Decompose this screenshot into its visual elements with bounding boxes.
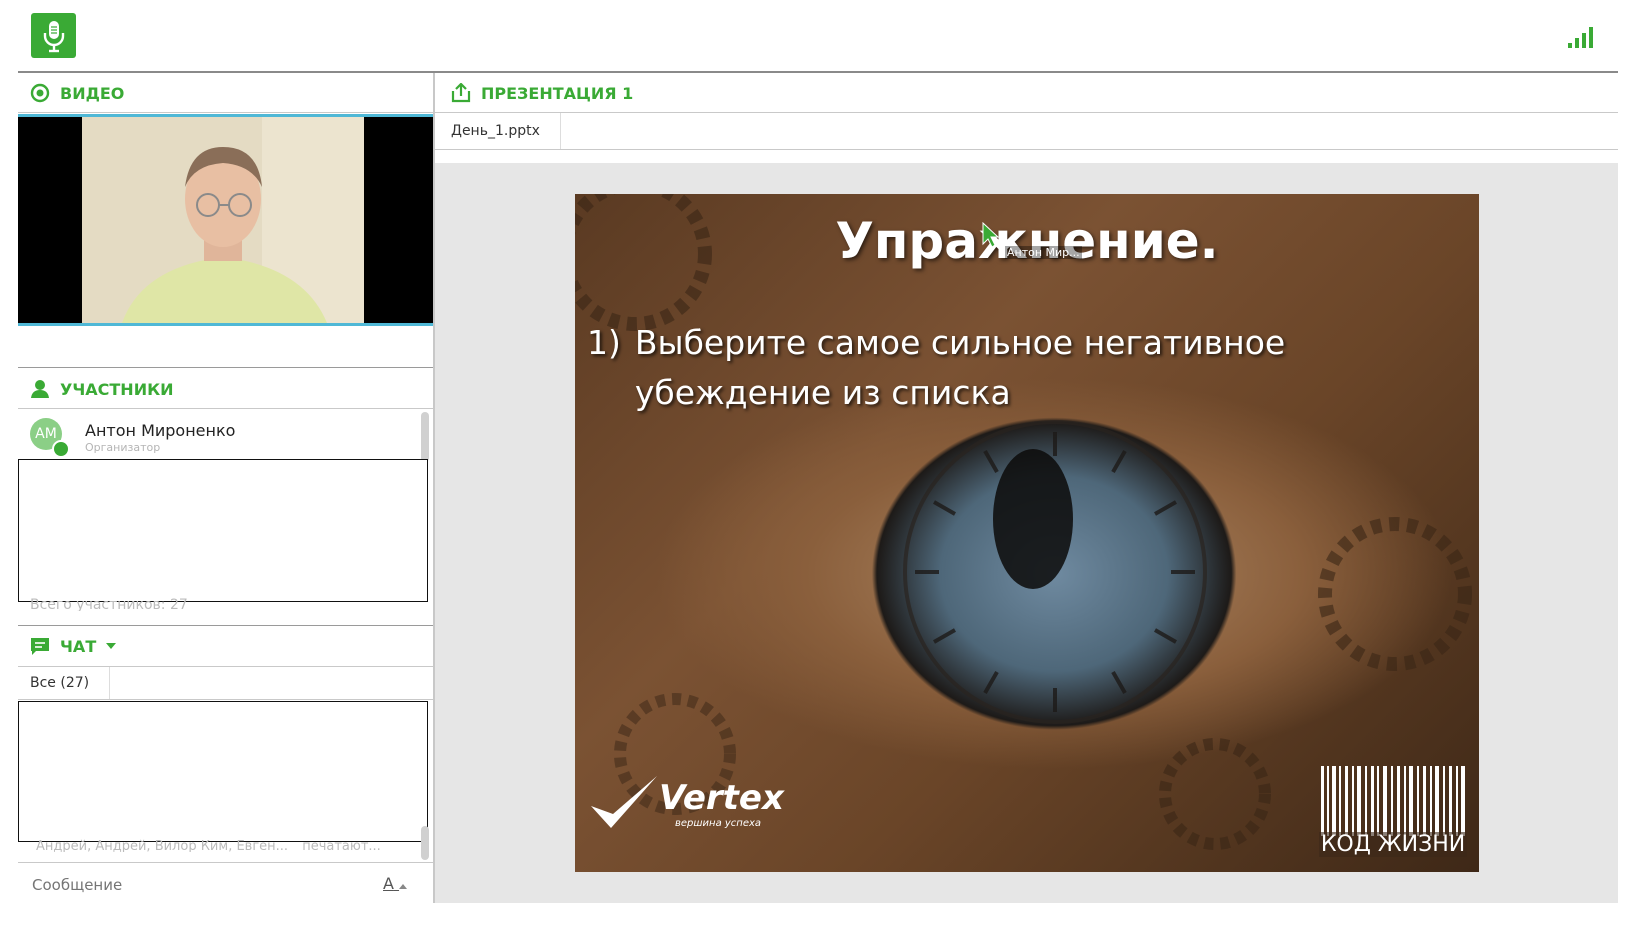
user-icon: [31, 380, 49, 398]
divider: [18, 408, 433, 409]
divider: [18, 112, 433, 113]
presentation-section-title: ПРЕЗЕНТАЦИЯ 1: [481, 83, 634, 103]
divider: [18, 625, 433, 626]
participants-section-title: УЧАСТНИКИ: [60, 379, 174, 399]
microphone-button[interactable]: [31, 13, 76, 58]
presentation-section-header[interactable]: ПРЕЗЕНТАЦИЯ 1: [451, 83, 633, 103]
participants-total: Всего участников: 27: [30, 597, 188, 611]
presenter-image: [82, 117, 364, 323]
slide-list-item: 1) Выберите самое сильное негативное убе…: [587, 318, 1467, 418]
participant-row[interactable]: АМ Антон Мироненко Организатор: [30, 418, 390, 458]
barcode-icon: [1321, 766, 1465, 836]
participants-section-header[interactable]: УЧАСТНИКИ: [30, 379, 174, 399]
slide-item-number: 1): [587, 323, 621, 362]
typing-names: Андрей, Андрей, Вилор Ким, Евген...: [36, 839, 289, 852]
chat-scrollbar[interactable]: [421, 826, 429, 860]
divider: [18, 862, 433, 863]
redacted-box: [18, 459, 428, 602]
typing-indicator: Андрей, Андрей, Вилор Ким, Евген... печа…: [36, 839, 381, 852]
video-player[interactable]: [18, 114, 433, 326]
typing-suffix: печатают...: [302, 839, 381, 852]
brand-name: Vertex: [659, 778, 784, 818]
redacted-box: [18, 701, 428, 842]
video-section-title: ВИДЕО: [60, 83, 125, 103]
chevron-up-icon: [399, 884, 408, 889]
vertex-logo: Vertex вершина успеха: [589, 774, 789, 834]
message-input[interactable]: [30, 872, 364, 898]
chevron-down-icon[interactable]: [106, 642, 117, 650]
divider: [435, 149, 1618, 150]
top-divider: [18, 71, 1618, 73]
cursor-label: Антон Мир...: [1005, 246, 1082, 259]
checkmark-logo-icon: [591, 776, 657, 828]
chat-icon: [31, 638, 49, 655]
chat-tab-all[interactable]: Все (27): [18, 667, 110, 699]
brand-tagline: вершина успеха: [675, 818, 762, 829]
top-bar: [0, 0, 1632, 72]
presentation-slide: Упражнение. Антон Мир... 1) Выберите сам…: [575, 194, 1479, 872]
upload-icon: [451, 83, 471, 103]
signal-bars-icon: [1568, 27, 1593, 48]
slide-item-text: Выберите самое сильное негативное убежде…: [634, 323, 1286, 412]
chat-section-header[interactable]: ЧАТ: [30, 636, 117, 656]
video-icon: [30, 83, 50, 103]
font-format-label: A: [383, 874, 394, 893]
font-format-button[interactable]: A: [383, 874, 408, 893]
video-section-header[interactable]: ВИДЕО: [30, 83, 124, 103]
barcode-text: КОД ЖИЗНИ: [1319, 832, 1467, 857]
participant-role: Организатор: [85, 441, 161, 454]
slide-title: Упражнение.: [835, 212, 1219, 270]
chat-section-title: ЧАТ: [60, 636, 97, 656]
file-tab[interactable]: День_1.pptx: [435, 113, 561, 149]
participants-scrollbar[interactable]: [421, 412, 429, 462]
microphone-icon: [43, 20, 64, 52]
divider: [18, 367, 433, 368]
organizer-badge-icon: [52, 440, 70, 458]
divider: [435, 112, 1618, 113]
participant-name: Антон Мироненко: [85, 421, 236, 440]
webcam-feed: [82, 117, 364, 323]
divider: [18, 699, 433, 700]
barcode-logo: КОД ЖИЗНИ: [1319, 766, 1467, 862]
cursor-icon: [982, 222, 1000, 248]
